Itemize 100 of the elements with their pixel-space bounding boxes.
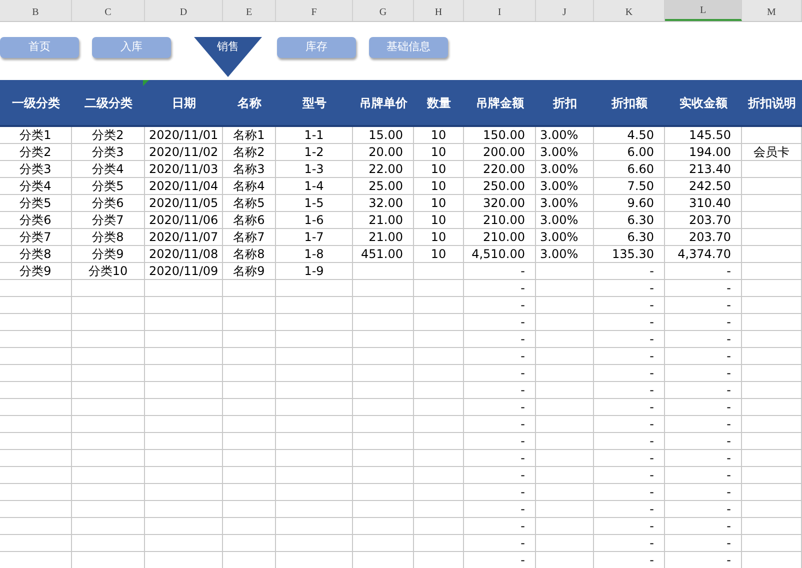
table-cell-text: - bbox=[520, 263, 526, 279]
table-cell-text: - bbox=[520, 518, 526, 534]
table-cell-text: 会员卡 bbox=[752, 144, 790, 160]
table-cell-text: 150.00 bbox=[482, 127, 526, 143]
table-cell-text: 20.00 bbox=[368, 144, 404, 160]
table-cell-text: 4,510.00 bbox=[470, 246, 526, 262]
table-cell-text: - bbox=[726, 399, 732, 415]
column-header[interactable]: I bbox=[464, 0, 536, 21]
table-cell-text: - bbox=[520, 399, 526, 415]
table-cell-text: - bbox=[726, 433, 732, 449]
table-cell-text: 名称7 bbox=[232, 229, 266, 245]
nav-tab[interactable]: 销售 bbox=[194, 37, 262, 77]
table-cell-text: - bbox=[726, 280, 732, 296]
table-cell-text: 分类3 bbox=[18, 161, 52, 177]
table-cell-text: 3.00% bbox=[539, 229, 580, 245]
table-header-cell-text: 实收金额 bbox=[680, 94, 728, 112]
table-cell-text: 1-5 bbox=[303, 195, 325, 211]
table-cell-text: - bbox=[726, 365, 732, 381]
table-cell-text: - bbox=[648, 416, 655, 432]
table-cell-text: - bbox=[726, 263, 732, 279]
column-header[interactable]: J bbox=[536, 0, 594, 21]
table-cell-text: - bbox=[648, 484, 655, 500]
table-cell-text: - bbox=[520, 416, 526, 432]
table-cell-text: - bbox=[520, 484, 526, 500]
table-header-cell-text: 型号 bbox=[302, 94, 326, 112]
table-cell-text: 2020/11/04 bbox=[148, 178, 220, 194]
table-cell-text: - bbox=[648, 365, 655, 381]
column-header[interactable]: M bbox=[742, 0, 802, 21]
table-cell-text: 分类2 bbox=[18, 144, 52, 160]
table-cell-text: 1-7 bbox=[303, 229, 325, 245]
table-cell-text: 名称1 bbox=[232, 127, 266, 143]
column-header[interactable]: G bbox=[353, 0, 414, 21]
table-cell-text: 213.40 bbox=[688, 161, 732, 177]
table-cell-text: 2020/11/02 bbox=[148, 144, 220, 160]
column-header[interactable]: C bbox=[72, 0, 145, 21]
table-header-cell-text: 二级分类 bbox=[84, 94, 132, 112]
table-cell-text: - bbox=[648, 280, 655, 296]
table-cell-text: 分类9 bbox=[18, 263, 52, 279]
table-cell-text: - bbox=[520, 314, 526, 330]
table-cell-text: 1-1 bbox=[303, 127, 325, 143]
column-header[interactable]: F bbox=[276, 0, 353, 21]
table-cell-text: - bbox=[520, 450, 526, 466]
table-cell-text: 分类3 bbox=[91, 144, 125, 160]
table-cell-text: 203.70 bbox=[688, 229, 732, 245]
table-header-cell-text: 吊牌金额 bbox=[476, 94, 524, 112]
table-cell-text: - bbox=[648, 467, 655, 483]
table-cell-text: - bbox=[648, 450, 655, 466]
table-header-cell-text: 折扣说明 bbox=[748, 94, 796, 112]
table-cell-text: 2020/11/06 bbox=[148, 212, 220, 228]
table-cell-text: 6.30 bbox=[626, 212, 655, 228]
table-header-cell-text: 吊牌单价 bbox=[360, 94, 408, 112]
table-cell-text: 分类2 bbox=[91, 127, 125, 143]
table-cell-text: 名称9 bbox=[232, 263, 266, 279]
table-cell-text: 15.00 bbox=[368, 127, 404, 143]
table-cell-text: 6.30 bbox=[626, 229, 655, 245]
table-cell-text: 25.00 bbox=[368, 178, 404, 194]
table-cell-text: 21.00 bbox=[368, 229, 404, 245]
table-cell-text: 10 bbox=[430, 161, 448, 177]
table-cell-text: - bbox=[648, 382, 655, 398]
table-cell-text: - bbox=[520, 331, 526, 347]
table-cell-text: 分类8 bbox=[91, 229, 125, 245]
table-cell-text: 名称2 bbox=[232, 144, 266, 160]
table-cell-text: 135.30 bbox=[611, 246, 655, 262]
column-header[interactable]: L bbox=[665, 0, 742, 21]
table-cell-text: 分类8 bbox=[18, 246, 52, 262]
table-cell-text: 分类5 bbox=[18, 195, 52, 211]
table-cell-text: 203.70 bbox=[688, 212, 732, 228]
table-cell-text: - bbox=[520, 382, 526, 398]
table-cell-text: 320.00 bbox=[482, 195, 526, 211]
table-cell-text: 2020/11/03 bbox=[148, 161, 220, 177]
table-cell-text: - bbox=[520, 365, 526, 381]
table-cell-text: - bbox=[648, 552, 655, 568]
table-cell-text: 310.40 bbox=[688, 195, 732, 211]
table-cell-text: 220.00 bbox=[482, 161, 526, 177]
table-cell-text: - bbox=[520, 280, 526, 296]
table-cell-text: 3.00% bbox=[539, 161, 580, 177]
table-cell-text: - bbox=[648, 518, 655, 534]
column-header[interactable]: D bbox=[145, 0, 223, 21]
table-cell-text: 210.00 bbox=[482, 229, 526, 245]
table-cell-text: 10 bbox=[430, 246, 448, 262]
table-cell-text: 分类1 bbox=[18, 127, 52, 143]
table-header-cell-text: 折扣 bbox=[553, 94, 577, 112]
table-cell-text: 1-9 bbox=[303, 263, 325, 279]
table-cell-text: 2020/11/01 bbox=[148, 127, 220, 143]
table-cell-text: 名称5 bbox=[232, 195, 266, 211]
table-cell-text: - bbox=[520, 348, 526, 364]
table-cell-text: 分类4 bbox=[18, 178, 52, 194]
table-cell-text: - bbox=[726, 535, 732, 551]
column-header[interactable]: H bbox=[414, 0, 464, 21]
table-cell-text: - bbox=[648, 331, 655, 347]
table-cell-text: 250.00 bbox=[482, 178, 526, 194]
table-cell-text: - bbox=[726, 484, 732, 500]
column-header[interactable]: E bbox=[223, 0, 276, 21]
table-cell-text: 3.00% bbox=[539, 178, 580, 194]
table-header-cell-text: 数量 bbox=[427, 94, 451, 112]
table-cell-text: 4,374.70 bbox=[676, 246, 732, 262]
table-cell-text: 分类7 bbox=[18, 229, 52, 245]
table-cell-text: 145.50 bbox=[688, 127, 732, 143]
table-header-cell-text: 日期 bbox=[172, 94, 196, 112]
column-header[interactable]: B bbox=[0, 0, 72, 21]
